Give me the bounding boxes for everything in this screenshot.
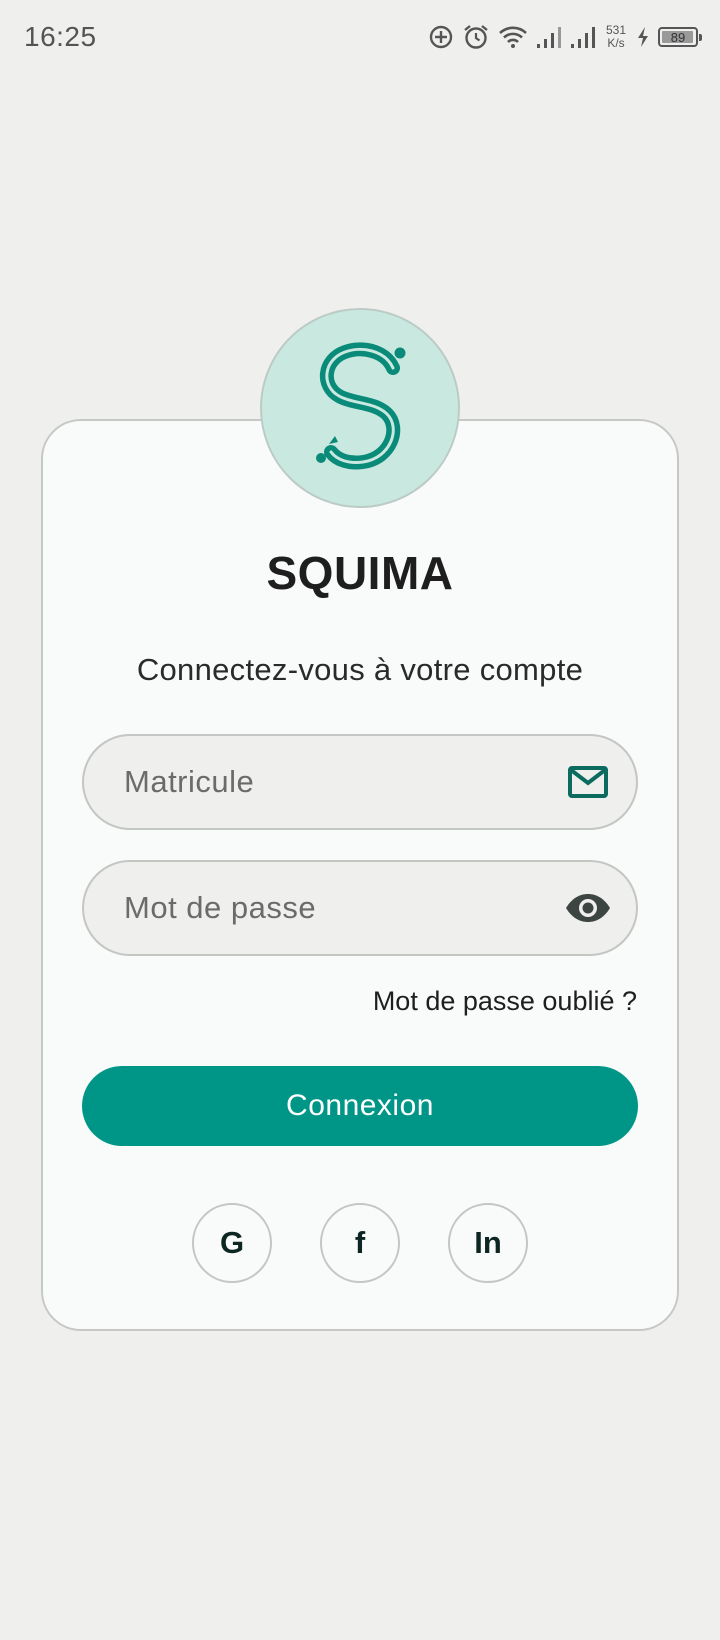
- status-time: 16:25: [24, 21, 97, 52]
- login-subtitle: Connectez-vous à votre compte: [136, 652, 584, 687]
- network-speed-unit: K/s: [607, 36, 625, 50]
- login-screen: 16:25 531 K/s 89 SQUIMA Connectez-vous à…: [0, 0, 720, 1640]
- wifi-icon: [498, 25, 528, 49]
- forgot-password-link[interactable]: Mot de passe oublié ?: [373, 986, 637, 1017]
- battery-icon: 89: [658, 27, 702, 47]
- charging-icon: [636, 26, 650, 48]
- matricule-input[interactable]: [124, 764, 564, 800]
- linkedin-login-button[interactable]: In: [448, 1203, 528, 1283]
- linkedin-label: In: [474, 1225, 502, 1260]
- sync-icon: [428, 24, 454, 50]
- signal-icon: [570, 25, 596, 49]
- facebook-label: f: [354, 1225, 366, 1260]
- app-logo: [260, 308, 460, 508]
- alarm-icon: [462, 23, 490, 51]
- eye-icon[interactable]: [564, 884, 612, 932]
- password-input[interactable]: [124, 890, 564, 926]
- battery-level: 89: [670, 29, 686, 45]
- network-speed: 531 K/s: [606, 24, 626, 50]
- status-icons: 531 K/s 89: [428, 20, 702, 54]
- signal-icon: [536, 25, 562, 49]
- status-bar: 16:25 531 K/s 89: [0, 0, 720, 74]
- mail-icon: [564, 758, 612, 806]
- google-login-button[interactable]: G: [192, 1203, 272, 1283]
- password-field[interactable]: [82, 860, 638, 956]
- google-label: G: [219, 1225, 245, 1260]
- matricule-field[interactable]: [82, 734, 638, 830]
- facebook-login-button[interactable]: f: [320, 1203, 400, 1283]
- squima-logo-icon: [305, 336, 415, 481]
- login-button[interactable]: Connexion: [82, 1066, 638, 1146]
- app-title: SQUIMA: [266, 547, 454, 599]
